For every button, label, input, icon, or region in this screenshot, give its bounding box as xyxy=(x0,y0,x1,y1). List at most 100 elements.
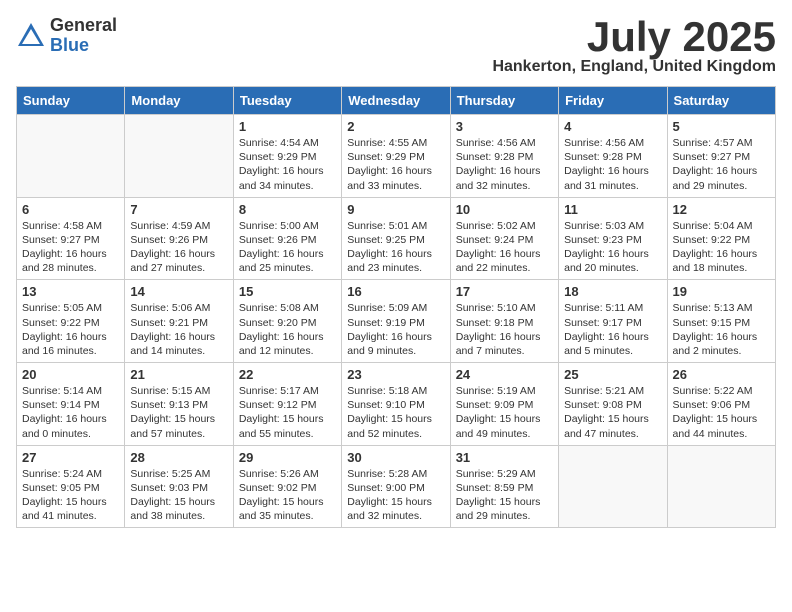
day-info: Sunrise: 4:54 AMSunset: 9:29 PMDaylight:… xyxy=(239,136,336,193)
day-info: Sunrise: 5:15 AMSunset: 9:13 PMDaylight:… xyxy=(130,384,227,441)
logo-blue: Blue xyxy=(50,36,117,56)
day-info: Sunrise: 4:56 AMSunset: 9:28 PMDaylight:… xyxy=(564,136,661,193)
day-number: 20 xyxy=(22,367,119,382)
day-number: 12 xyxy=(673,202,770,217)
day-number: 10 xyxy=(456,202,553,217)
calendar-cell: 1 Sunrise: 4:54 AMSunset: 9:29 PMDaylight… xyxy=(233,115,341,198)
calendar-cell: 25 Sunrise: 5:21 AMSunset: 9:08 PMDayligh… xyxy=(559,363,667,446)
day-info: Sunrise: 5:18 AMSunset: 9:10 PMDaylight:… xyxy=(347,384,444,441)
calendar-week-4: 20 Sunrise: 5:14 AMSunset: 9:14 PMDayligh… xyxy=(17,363,776,446)
calendar-cell: 24 Sunrise: 5:19 AMSunset: 9:09 PMDayligh… xyxy=(450,363,558,446)
calendar-header-tuesday: Tuesday xyxy=(233,87,341,115)
calendar-cell: 3 Sunrise: 4:56 AMSunset: 9:28 PMDaylight… xyxy=(450,115,558,198)
calendar-cell xyxy=(559,445,667,528)
day-info: Sunrise: 5:04 AMSunset: 9:22 PMDaylight:… xyxy=(673,219,770,276)
calendar-cell: 29 Sunrise: 5:26 AMSunset: 9:02 PMDayligh… xyxy=(233,445,341,528)
day-number: 1 xyxy=(239,119,336,134)
day-number: 3 xyxy=(456,119,553,134)
day-info: Sunrise: 5:19 AMSunset: 9:09 PMDaylight:… xyxy=(456,384,553,441)
calendar-cell: 28 Sunrise: 5:25 AMSunset: 9:03 PMDayligh… xyxy=(125,445,233,528)
calendar-cell xyxy=(125,115,233,198)
day-info: Sunrise: 5:11 AMSunset: 9:17 PMDaylight:… xyxy=(564,301,661,358)
day-number: 24 xyxy=(456,367,553,382)
calendar-cell: 9 Sunrise: 5:01 AMSunset: 9:25 PMDaylight… xyxy=(342,197,450,280)
day-number: 28 xyxy=(130,450,227,465)
calendar-week-5: 27 Sunrise: 5:24 AMSunset: 9:05 PMDayligh… xyxy=(17,445,776,528)
logo-general: General xyxy=(50,16,117,36)
day-info: Sunrise: 5:02 AMSunset: 9:24 PMDaylight:… xyxy=(456,219,553,276)
calendar-cell: 18Sunrise: 5:11 AMSunset: 9:17 PMDayligh… xyxy=(559,280,667,363)
calendar-cell: 17Sunrise: 5:10 AMSunset: 9:18 PMDayligh… xyxy=(450,280,558,363)
day-info: Sunrise: 5:08 AMSunset: 9:20 PMDaylight:… xyxy=(239,301,336,358)
calendar-body: 1 Sunrise: 4:54 AMSunset: 9:29 PMDaylight… xyxy=(17,115,776,528)
day-number: 19 xyxy=(673,284,770,299)
day-number: 7 xyxy=(130,202,227,217)
calendar-cell: 10 Sunrise: 5:02 AMSunset: 9:24 PMDayligh… xyxy=(450,197,558,280)
header: General Blue July 2025 Hankerton, Englan… xyxy=(16,16,776,76)
day-info: Sunrise: 5:00 AMSunset: 9:26 PMDaylight:… xyxy=(239,219,336,276)
month-title: July 2025 xyxy=(492,16,776,58)
calendar-cell: 27 Sunrise: 5:24 AMSunset: 9:05 PMDayligh… xyxy=(17,445,125,528)
day-number: 13 xyxy=(22,284,119,299)
day-number: 11 xyxy=(564,202,661,217)
calendar-cell: 12 Sunrise: 5:04 AMSunset: 9:22 PMDayligh… xyxy=(667,197,775,280)
day-info: Sunrise: 5:14 AMSunset: 9:14 PMDaylight:… xyxy=(22,384,119,441)
day-info: Sunrise: 5:09 AMSunset: 9:19 PMDaylight:… xyxy=(347,301,444,358)
calendar-cell: 22 Sunrise: 5:17 AMSunset: 9:12 PMDayligh… xyxy=(233,363,341,446)
day-info: Sunrise: 4:56 AMSunset: 9:28 PMDaylight:… xyxy=(456,136,553,193)
location-title: Hankerton, England, United Kingdom xyxy=(492,58,776,76)
calendar-cell: 2 Sunrise: 4:55 AMSunset: 9:29 PMDaylight… xyxy=(342,115,450,198)
day-info: Sunrise: 5:06 AMSunset: 9:21 PMDaylight:… xyxy=(130,301,227,358)
day-info: Sunrise: 5:24 AMSunset: 9:05 PMDaylight:… xyxy=(22,467,119,524)
day-number: 2 xyxy=(347,119,444,134)
calendar-cell: 11 Sunrise: 5:03 AMSunset: 9:23 PMDayligh… xyxy=(559,197,667,280)
day-info: Sunrise: 4:59 AMSunset: 9:26 PMDaylight:… xyxy=(130,219,227,276)
day-info: Sunrise: 5:26 AMSunset: 9:02 PMDaylight:… xyxy=(239,467,336,524)
logo-text: General Blue xyxy=(50,16,117,56)
calendar-cell: 4 Sunrise: 4:56 AMSunset: 9:28 PMDaylight… xyxy=(559,115,667,198)
day-info: Sunrise: 5:22 AMSunset: 9:06 PMDaylight:… xyxy=(673,384,770,441)
calendar-header-saturday: Saturday xyxy=(667,87,775,115)
calendar-week-1: 1 Sunrise: 4:54 AMSunset: 9:29 PMDaylight… xyxy=(17,115,776,198)
calendar-cell: 26Sunrise: 5:22 AMSunset: 9:06 PMDayligh… xyxy=(667,363,775,446)
day-number: 27 xyxy=(22,450,119,465)
day-info: Sunrise: 5:05 AMSunset: 9:22 PMDaylight:… xyxy=(22,301,119,358)
day-info: Sunrise: 4:58 AMSunset: 9:27 PMDaylight:… xyxy=(22,219,119,276)
day-number: 4 xyxy=(564,119,661,134)
calendar-cell: 16Sunrise: 5:09 AMSunset: 9:19 PMDayligh… xyxy=(342,280,450,363)
calendar-cell: 20 Sunrise: 5:14 AMSunset: 9:14 PMDayligh… xyxy=(17,363,125,446)
day-info: Sunrise: 5:10 AMSunset: 9:18 PMDaylight:… xyxy=(456,301,553,358)
calendar-header-monday: Monday xyxy=(125,87,233,115)
day-number: 29 xyxy=(239,450,336,465)
day-info: Sunrise: 5:03 AMSunset: 9:23 PMDaylight:… xyxy=(564,219,661,276)
day-info: Sunrise: 5:01 AMSunset: 9:25 PMDaylight:… xyxy=(347,219,444,276)
day-info: Sunrise: 5:13 AMSunset: 9:15 PMDaylight:… xyxy=(673,301,770,358)
day-info: Sunrise: 4:55 AMSunset: 9:29 PMDaylight:… xyxy=(347,136,444,193)
calendar-cell: 13 Sunrise: 5:05 AMSunset: 9:22 PMDayligh… xyxy=(17,280,125,363)
calendar-header-thursday: Thursday xyxy=(450,87,558,115)
calendar-cell: 6Sunrise: 4:58 AMSunset: 9:27 PMDaylight… xyxy=(17,197,125,280)
day-number: 23 xyxy=(347,367,444,382)
day-info: Sunrise: 5:21 AMSunset: 9:08 PMDaylight:… xyxy=(564,384,661,441)
calendar-week-3: 13 Sunrise: 5:05 AMSunset: 9:22 PMDayligh… xyxy=(17,280,776,363)
day-number: 9 xyxy=(347,202,444,217)
day-number: 30 xyxy=(347,450,444,465)
day-info: Sunrise: 5:29 AMSunset: 8:59 PMDaylight:… xyxy=(456,467,553,524)
calendar: SundayMondayTuesdayWednesdayThursdayFrid… xyxy=(16,86,776,528)
day-number: 14 xyxy=(130,284,227,299)
calendar-header-sunday: Sunday xyxy=(17,87,125,115)
day-number: 25 xyxy=(564,367,661,382)
day-number: 21 xyxy=(130,367,227,382)
title-area: July 2025 Hankerton, England, United Kin… xyxy=(492,16,776,76)
calendar-week-2: 6Sunrise: 4:58 AMSunset: 9:27 PMDaylight… xyxy=(17,197,776,280)
calendar-header-row: SundayMondayTuesdayWednesdayThursdayFrid… xyxy=(17,87,776,115)
calendar-cell xyxy=(17,115,125,198)
day-info: Sunrise: 5:25 AMSunset: 9:03 PMDaylight:… xyxy=(130,467,227,524)
calendar-cell: 14 Sunrise: 5:06 AMSunset: 9:21 PMDayligh… xyxy=(125,280,233,363)
calendar-cell xyxy=(667,445,775,528)
day-info: Sunrise: 5:17 AMSunset: 9:12 PMDaylight:… xyxy=(239,384,336,441)
calendar-cell: 7 Sunrise: 4:59 AMSunset: 9:26 PMDaylight… xyxy=(125,197,233,280)
calendar-cell: 23 Sunrise: 5:18 AMSunset: 9:10 PMDayligh… xyxy=(342,363,450,446)
logo-icon xyxy=(16,21,46,51)
day-number: 22 xyxy=(239,367,336,382)
